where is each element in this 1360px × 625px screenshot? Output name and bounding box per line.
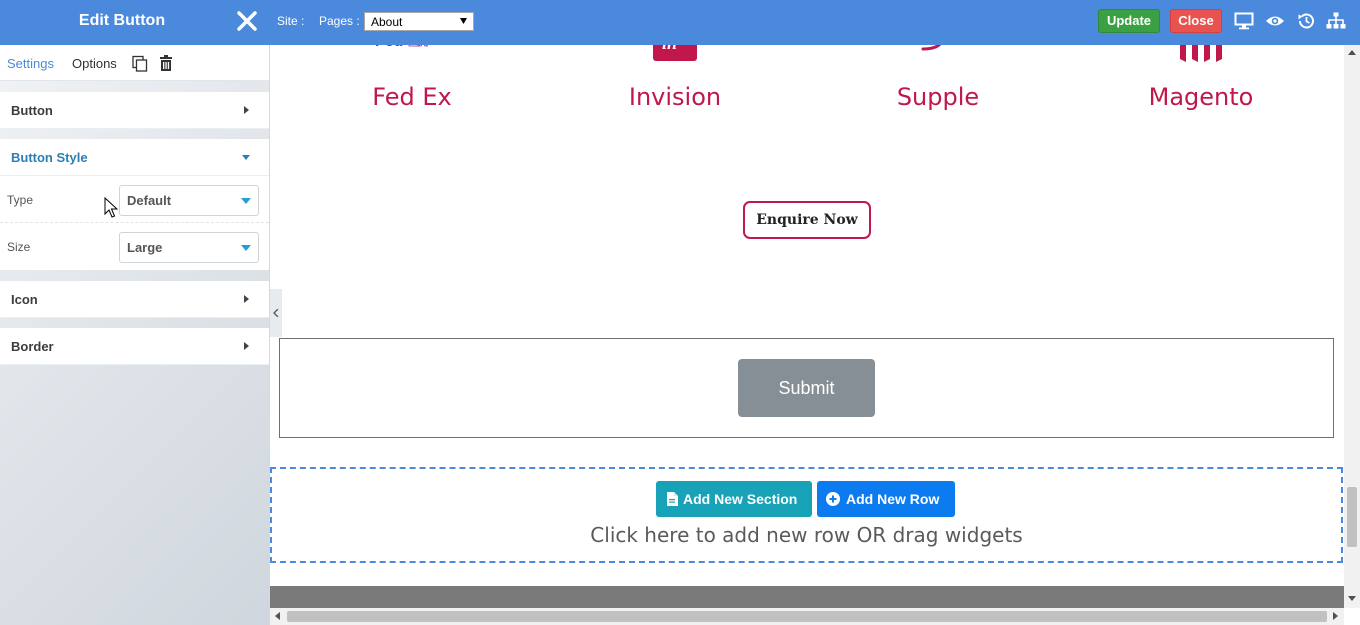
brand-name-invision: Invision — [628, 83, 722, 111]
panel-button-style-label: Button Style — [11, 150, 88, 165]
copy-icon[interactable] — [131, 55, 149, 73]
add-new-row-label: Add New Row — [846, 491, 940, 507]
size-select[interactable]: Large — [119, 232, 259, 263]
update-button[interactable]: Update — [1098, 9, 1160, 33]
collapse-sidebar-handle[interactable] — [270, 289, 282, 337]
panel-button-label: Button — [11, 103, 53, 118]
type-label: Type — [7, 193, 34, 207]
add-row-dropzone[interactable]: Add New Section Add New Row Click here t… — [270, 467, 1343, 563]
svg-text:Fed: Fed — [375, 45, 403, 50]
page-canvas: Fed Ex in Fed Ex Invision Supple Magento… — [270, 45, 1344, 608]
edit-button-sidebar: Edit Button Settings Options Button Butt… — [0, 0, 270, 625]
caret-right-icon — [244, 106, 249, 114]
top-toolbar: Site : Pages : About Update Close — [270, 0, 1360, 45]
add-new-row-button[interactable]: Add New Row — [817, 481, 955, 517]
scroll-right-icon[interactable] — [1333, 612, 1338, 620]
svg-text:in: in — [662, 45, 677, 53]
history-icon[interactable] — [1296, 12, 1316, 30]
sitemap-icon[interactable] — [1326, 12, 1346, 30]
size-label: Size — [7, 240, 31, 254]
add-new-section-button[interactable]: Add New Section — [656, 481, 812, 517]
dropdown-arrow-icon — [241, 198, 251, 204]
dropdown-arrow-icon — [460, 18, 467, 24]
desktop-icon[interactable] — [1234, 12, 1254, 30]
caret-right-icon — [244, 342, 249, 350]
scroll-down-icon[interactable] — [1348, 596, 1356, 601]
brand-name-magento: Magento — [1148, 83, 1254, 111]
trash-icon[interactable] — [157, 54, 175, 72]
pages-label: Pages : — [319, 14, 360, 28]
enquire-now-button[interactable]: Enquire Now — [743, 201, 871, 239]
supple-logo — [921, 45, 942, 51]
submit-button[interactable]: Submit — [738, 359, 875, 417]
file-icon — [667, 492, 678, 506]
fedex-logo: Fed Ex — [375, 45, 428, 50]
close-icon[interactable] — [235, 9, 259, 33]
magento-logo — [1180, 45, 1222, 62]
type-field-row: Type Default — [0, 176, 269, 223]
page-footer-strip — [270, 586, 1344, 608]
vertical-scrollbar[interactable] — [1344, 45, 1360, 608]
sidebar-tabs: Settings Options — [0, 45, 269, 81]
scroll-left-icon[interactable] — [275, 612, 280, 620]
plus-circle-icon — [826, 492, 840, 506]
sidebar-header: Edit Button — [0, 0, 270, 45]
close-button[interactable]: Close — [1170, 9, 1222, 33]
panel-icon-label: Icon — [11, 292, 38, 307]
panel-border-label: Border — [11, 339, 54, 354]
eye-icon[interactable] — [1265, 12, 1285, 30]
caret-down-icon — [242, 155, 250, 160]
size-field-row: Size Large — [0, 223, 269, 270]
svg-text:Ex: Ex — [408, 45, 428, 50]
horizontal-scrollbar[interactable] — [270, 608, 1344, 625]
panel-button-header[interactable]: Button — [0, 92, 269, 129]
mouse-pointer-icon — [104, 197, 118, 218]
brand-name-fedex: Fed Ex — [372, 83, 452, 111]
site-label: Site : — [277, 14, 305, 28]
panel-button-style-header[interactable]: Button Style — [0, 139, 269, 176]
panel-border-header[interactable]: Border — [0, 328, 269, 365]
add-row-hint: Click here to add new row OR drag widget… — [590, 523, 1023, 547]
panel-icon-header[interactable]: Icon — [0, 281, 269, 318]
caret-right-icon — [244, 295, 249, 303]
vertical-scroll-thumb[interactable] — [1347, 487, 1357, 547]
pages-select-value: About — [371, 15, 403, 29]
scroll-up-icon[interactable] — [1348, 50, 1356, 55]
add-new-section-label: Add New Section — [683, 491, 798, 507]
tab-settings[interactable]: Settings — [7, 56, 54, 71]
type-select-value: Default — [127, 193, 172, 208]
dropdown-arrow-icon — [241, 245, 251, 251]
pages-select[interactable]: About — [364, 12, 474, 31]
selected-button-block[interactable]: Submit — [279, 338, 1334, 438]
horizontal-scroll-thumb[interactable] — [287, 611, 1327, 622]
tab-options[interactable]: Options — [72, 56, 117, 71]
size-select-value: Large — [127, 240, 163, 255]
type-select[interactable]: Default — [119, 185, 259, 216]
sidebar-title: Edit Button — [78, 12, 166, 29]
invision-logo: in — [653, 45, 697, 61]
brand-name-supple: Supple — [896, 83, 980, 111]
button-style-body: Type Default Size Large — [0, 176, 269, 270]
chevron-left-icon — [273, 309, 279, 317]
